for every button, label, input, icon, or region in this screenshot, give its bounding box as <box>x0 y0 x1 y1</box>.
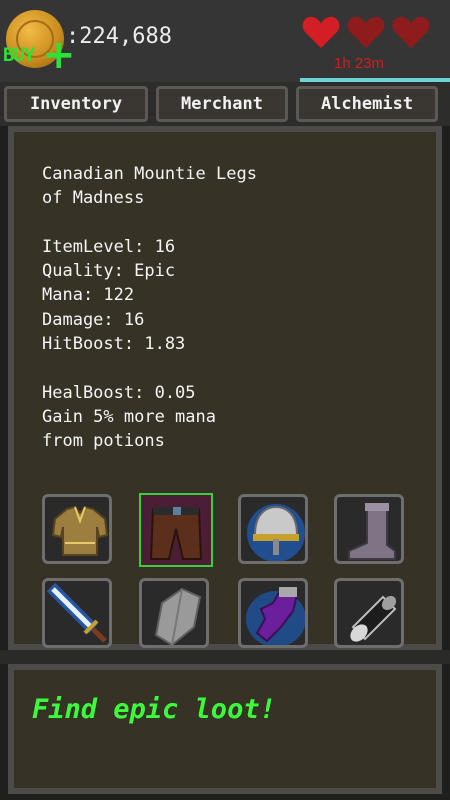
item-quality: Quality: Epic <box>42 261 176 282</box>
sword-icon <box>46 582 107 643</box>
hint-message: Find epic loot! <box>32 694 276 725</box>
item-bonus-line-1: Gain 5% more mana <box>42 406 216 427</box>
panel-divider <box>0 650 450 664</box>
glove-icon <box>246 587 305 645</box>
heart-icon <box>347 16 385 48</box>
inventory-slot-boot[interactable] <box>334 494 404 564</box>
message-panel <box>8 664 442 794</box>
lives-display <box>302 14 432 54</box>
tab-merchant[interactable]: Merchant <box>156 86 288 122</box>
inventory-slot-tunic[interactable] <box>42 494 112 564</box>
item-damage: Damage: 16 <box>42 309 145 330</box>
buy-button[interactable]: BUY <box>3 44 35 66</box>
item-mana: Mana: 122 <box>42 285 135 306</box>
helmet-icon <box>247 504 305 561</box>
bracer-icon <box>350 595 397 642</box>
tunic-icon <box>51 505 109 556</box>
inventory-slot-bracer[interactable] <box>334 578 404 648</box>
leather-pants-icon <box>141 495 211 565</box>
shield-icon <box>154 587 202 645</box>
tab-alchemist[interactable]: Alchemist <box>296 86 438 122</box>
item-bonus-line-2: from potions <box>42 431 165 452</box>
inventory-slot-helmet[interactable] <box>238 494 308 564</box>
item-stats: Canadian Mountie Legs of Madness ItemLev… <box>42 162 257 454</box>
boot-icon <box>348 503 396 560</box>
inventory-slot-shield[interactable] <box>139 578 209 648</box>
gold-amount: :224,688 <box>66 24 172 49</box>
item-healboost: HealBoost: 0.05 <box>42 382 196 403</box>
inventory-slot-leather-pants[interactable] <box>139 493 213 567</box>
inventory-slot-sword[interactable] <box>42 578 112 648</box>
item-name-line-2: of Madness <box>42 188 145 209</box>
item-name-line-1: Canadian Mountie Legs <box>42 164 257 184</box>
tab-inventory[interactable]: Inventory <box>4 86 148 122</box>
heart-icon <box>392 16 430 48</box>
life-refill-timer: 1h 23m <box>334 55 385 72</box>
item-hitboost: HitBoost: 1.83 <box>42 334 186 355</box>
inventory-slot-glove[interactable] <box>238 578 308 648</box>
item-level: ItemLevel: 16 <box>42 236 176 257</box>
heart-icon <box>302 16 340 48</box>
